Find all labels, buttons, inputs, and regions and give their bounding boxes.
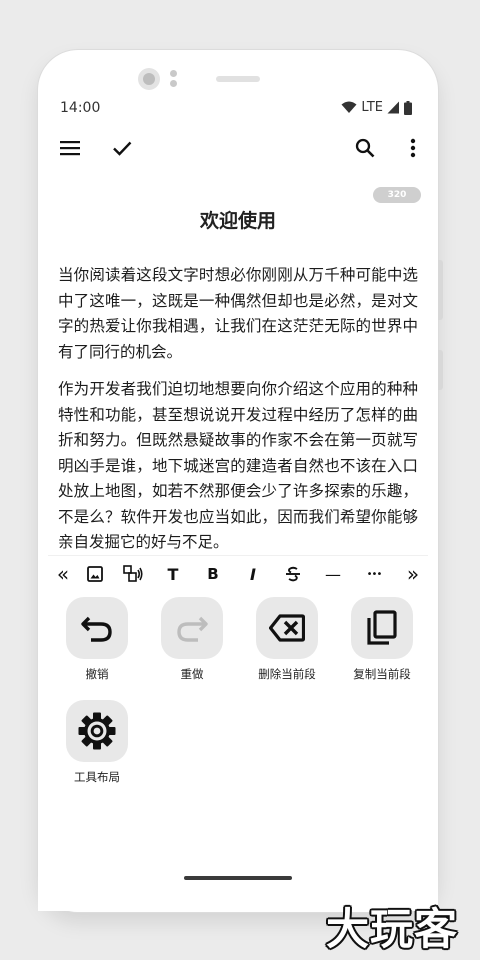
undo-button[interactable]: 撤销 (54, 597, 140, 682)
front-camera (138, 68, 160, 90)
scroll-right-icon[interactable]: » (398, 556, 428, 592)
paragraph-1[interactable]: 当你阅读着这段文字时想必你刚刚从万千种可能中选中了这唯一，这既是一种偶然但却也是… (58, 263, 418, 365)
hamburger-menu-icon[interactable] (50, 128, 90, 168)
phone-frame: 14:00 LTE 320 欢迎使用 当你阅读着这段文字时想必你刚刚从万千种可能… (38, 50, 443, 912)
gear-icon (78, 712, 116, 750)
delete-paragraph-button[interactable]: 删除当前段 (244, 597, 330, 682)
document-title[interactable]: 欢迎使用 (38, 206, 438, 233)
image-icon[interactable] (80, 556, 110, 592)
strikethrough-icon[interactable] (278, 556, 308, 592)
proximity-sensor (170, 70, 177, 77)
checkmark-icon[interactable] (102, 128, 142, 168)
tool-layout-label: 工具布局 (74, 770, 120, 784)
bold-icon[interactable]: B (198, 556, 228, 592)
italic-icon[interactable]: I (238, 556, 268, 592)
read-aloud-icon[interactable] (118, 556, 148, 592)
status-bar: 14:00 LTE (38, 98, 438, 120)
copy-paragraph-button[interactable]: 复制当前段 (339, 597, 425, 682)
more-vertical-icon[interactable] (393, 128, 433, 168)
cell-signal-icon (387, 101, 399, 114)
more-horizontal-icon[interactable]: ••• (359, 556, 389, 592)
copy-paragraph-label: 复制当前段 (353, 667, 411, 681)
format-toolbar: « T B I — ••• » (48, 555, 428, 591)
home-indicator[interactable] (184, 876, 292, 880)
undo-label: 撤销 (85, 667, 109, 681)
action-panel: 撤销 重做 删除当前段 复制当前段 工具布局 (38, 591, 438, 911)
text-size-icon[interactable]: T (158, 556, 188, 592)
earpiece-speaker (216, 76, 260, 82)
redo-label: 重做 (180, 667, 204, 681)
scroll-left-icon[interactable]: « (48, 556, 78, 592)
light-sensor (170, 80, 177, 87)
volume-button (438, 260, 443, 320)
battery-icon (404, 100, 412, 115)
status-icons: LTE (341, 100, 412, 115)
status-time: 14:00 (60, 100, 101, 116)
power-button (438, 350, 443, 390)
delete-paragraph-label: 删除当前段 (258, 667, 316, 681)
character-count-badge: 320 (373, 187, 421, 203)
search-icon[interactable] (345, 128, 385, 168)
redo-icon (177, 616, 208, 642)
wifi-icon (341, 101, 357, 113)
screen-stage: 14:00 LTE 320 欢迎使用 当你阅读着这段文字时想必你刚刚从万千种可能… (0, 0, 480, 960)
redo-button[interactable]: 重做 (149, 597, 235, 682)
undo-icon (81, 616, 112, 642)
watermark-logo: 大玩客 (326, 905, 458, 955)
horizontal-rule-icon[interactable]: — (318, 556, 348, 592)
backspace-icon (269, 614, 305, 642)
tool-layout-button[interactable]: 工具布局 (54, 700, 140, 785)
copy-icon (367, 610, 397, 645)
app-toolbar (38, 128, 438, 168)
network-type: LTE (361, 100, 383, 115)
paragraph-2[interactable]: 作为开发者我们迫切地想要向你介绍这个应用的种种特性和功能，甚至想说说开发过程中经… (58, 377, 418, 556)
